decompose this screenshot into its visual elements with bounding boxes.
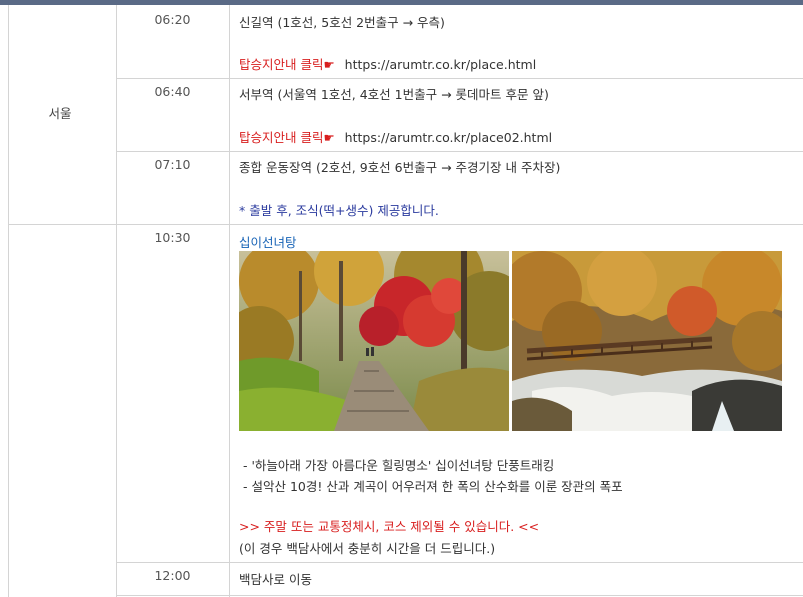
- row-divider: [116, 595, 803, 596]
- column-divider-2: [229, 5, 230, 597]
- time-cell: 07:10: [154, 157, 191, 172]
- pickup-guide-label[interactable]: 탑승지안내 클릭☛: [239, 130, 335, 145]
- table-border-left: [8, 5, 9, 597]
- spot-description-1: - '하늘아래 가장 아름다운 힐링명소' 십이선녀탕 단풍트래킹: [243, 458, 555, 473]
- row-divider: [8, 224, 803, 225]
- course-warning: >> 주말 또는 교통정체시, 코스 제외될 수 있습니다. <<: [239, 519, 540, 534]
- time-cell: 06:20: [154, 12, 191, 27]
- pickup-guide-link[interactable]: 탑승지안내 클릭☛ https://arumtr.co.kr/place02.h…: [239, 127, 552, 146]
- breakfast-note: * 출발 후, 조식(떡+생수) 제공합니다.: [239, 203, 439, 218]
- pickup-location: 신길역 (1호선, 5호선 2번출구 → 우측): [239, 15, 445, 30]
- course-warning-sub: (이 경우 백담사에서 충분히 시간을 더 드립니다.): [239, 541, 496, 556]
- spot-description-2: - 설악산 10경! 산과 계곡이 어우러져 한 폭의 산수화를 이룬 장관의 …: [243, 479, 623, 494]
- time-cell: 12:00: [154, 568, 191, 583]
- time-cell: 06:40: [154, 84, 191, 99]
- move-to-baekdamsa: 백담사로 이동: [239, 572, 312, 587]
- pickup-guide-url[interactable]: https://arumtr.co.kr/place02.html: [345, 130, 552, 145]
- autumn-forest-trail-photo: [239, 251, 509, 431]
- top-bar: [0, 0, 803, 5]
- pickup-guide-link[interactable]: 탑승지안내 클릭☛ https://arumtr.co.kr/place.htm…: [239, 54, 536, 73]
- pickup-location: 종합 운동장역 (2호선, 9호선 6번출구 → 주경기장 내 주차장): [239, 160, 561, 175]
- row-divider: [116, 562, 803, 563]
- pickup-location: 서부역 (서울역 1호선, 4호선 1번출구 → 롯데마트 후문 앞): [239, 87, 549, 102]
- pickup-guide-label[interactable]: 탑승지안내 클릭☛: [239, 57, 335, 72]
- time-cell: 10:30: [154, 230, 191, 245]
- spot-title: 십이선녀탕: [239, 235, 297, 250]
- row-divider: [116, 78, 803, 79]
- valley-bridge-photo: [512, 251, 782, 431]
- row-divider: [116, 151, 803, 152]
- region-label: 서울: [48, 106, 72, 121]
- pickup-guide-url[interactable]: https://arumtr.co.kr/place.html: [345, 57, 537, 72]
